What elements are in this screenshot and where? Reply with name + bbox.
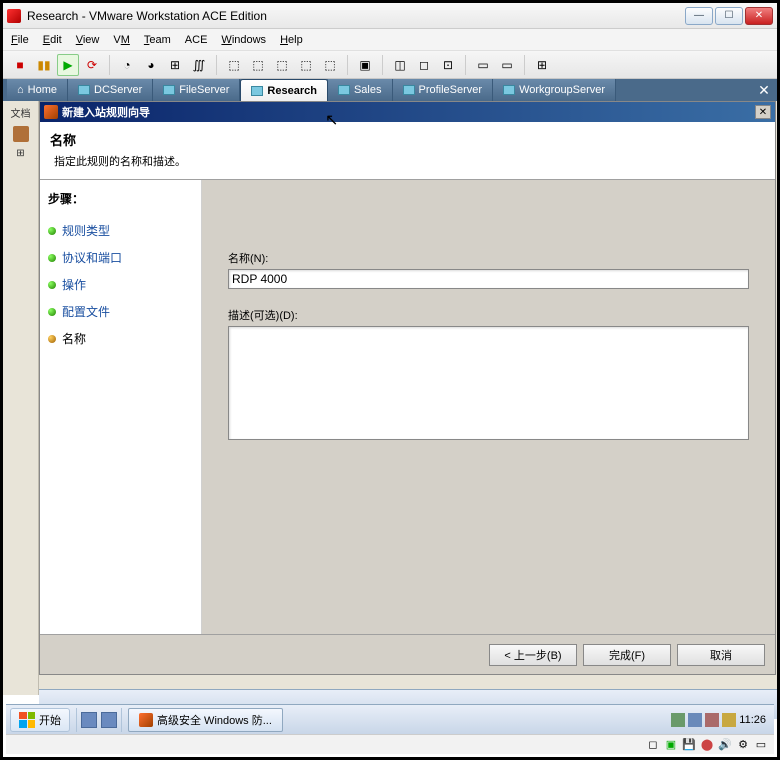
wizard-header: 名称 指定此规则的名称和描述。 xyxy=(40,122,775,180)
close-button[interactable]: ✕ xyxy=(745,7,773,25)
wizard-steps: 步骤： 规则类型 协议和端口 操作 配置文件 名称 xyxy=(40,180,202,634)
status-bar: ◻ ▣ 💾 ⬤ 🔊 ⚙ ▭ xyxy=(6,734,774,754)
menu-bar: File Edit View VM Team ACE Windows Help xyxy=(3,29,777,51)
menu-file[interactable]: File xyxy=(11,34,29,46)
cancel-button[interactable]: 取消 xyxy=(677,644,765,666)
steps-title: 步骤： xyxy=(48,190,193,207)
tool-last[interactable]: ⊞ xyxy=(531,54,553,76)
wizard-icon xyxy=(44,105,58,119)
step-name[interactable]: 名称 xyxy=(48,325,193,352)
quick-launch-item-1[interactable] xyxy=(81,712,97,728)
minimize-button[interactable]: — xyxy=(685,7,713,25)
tray-icon-4[interactable] xyxy=(722,713,736,727)
tab-home[interactable]: ⌂Home xyxy=(7,79,68,101)
back-button[interactable]: < 上一步(B) xyxy=(489,644,577,666)
wizard-close-button[interactable]: ✕ xyxy=(755,105,771,119)
menu-vm[interactable]: VM xyxy=(113,34,130,46)
view-console[interactable]: ▭ xyxy=(472,54,494,76)
tray-icon-2[interactable] xyxy=(688,713,702,727)
wizard-window: 新建入站规则向导 ✕ 名称 指定此规则的名称和描述。 步骤： 规则类型 协议和端… xyxy=(39,101,776,675)
status-icon-5[interactable]: 🔊 xyxy=(718,738,732,752)
start-button[interactable]: 开始 xyxy=(10,708,70,732)
status-icon-1[interactable]: ◻ xyxy=(646,738,660,752)
tab-profileserver[interactable]: ProfileServer xyxy=(393,79,494,101)
start-label: 开始 xyxy=(39,712,61,728)
pause-button[interactable]: ▮▮ xyxy=(33,54,55,76)
wizard-header-title: 名称 xyxy=(50,130,765,149)
tool-e[interactable]: ⬚ xyxy=(319,54,341,76)
menu-windows[interactable]: Windows xyxy=(221,34,266,46)
view-fullscreen[interactable]: ◻ xyxy=(413,54,435,76)
menu-view[interactable]: View xyxy=(76,34,100,46)
finish-button[interactable]: 完成(F) xyxy=(583,644,671,666)
wizard-header-desc: 指定此规则的名称和描述。 xyxy=(50,153,765,169)
step-action[interactable]: 操作 xyxy=(48,271,193,298)
titlebar: Research - VMware Workstation ACE Editio… xyxy=(3,3,777,29)
wizard-buttons: < 上一步(B) 完成(F) 取消 xyxy=(40,634,775,674)
maximize-button[interactable]: ☐ xyxy=(715,7,743,25)
status-icon-3[interactable]: 💾 xyxy=(682,738,696,752)
status-icon-7[interactable]: ▭ xyxy=(754,738,768,752)
tab-fileserver[interactable]: FileServer xyxy=(153,79,240,101)
guest-taskbar: 开始 高级安全 Windows 防... 11:26 xyxy=(6,704,774,734)
tab-sales[interactable]: Sales xyxy=(328,79,393,101)
tab-dcserver[interactable]: DCServer xyxy=(68,79,153,101)
app-icon xyxy=(7,9,21,23)
menu-help[interactable]: Help xyxy=(280,34,303,46)
desc-label: 描述(可选)(D): xyxy=(228,307,749,323)
view-unity[interactable]: ⊡ xyxy=(437,54,459,76)
play-button[interactable]: ▶ xyxy=(57,54,79,76)
toolbar: ■ ▮▮ ▶ ⟳ ◔ ◕ ⊞ ∭ ⬚ ⬚ ⬚ ⬚ ⬚ ▣ ◫ ◻ ⊡ ▭ ▭ ⊞ xyxy=(3,51,777,79)
tool-a[interactable]: ⬚ xyxy=(223,54,245,76)
firewall-icon xyxy=(139,713,153,727)
step-protocol-ports[interactable]: 协议和端口 xyxy=(48,244,193,271)
windows-logo-icon xyxy=(19,712,35,728)
tab-research[interactable]: Research xyxy=(240,79,328,101)
name-input[interactable] xyxy=(228,269,749,289)
tray-icon-3[interactable] xyxy=(705,713,719,727)
name-label: 名称(N): xyxy=(228,250,749,266)
wizard-title: 新建入站规则向导 xyxy=(62,104,755,120)
left-label: 文档 xyxy=(9,105,33,120)
view-sidebar[interactable]: ◫ xyxy=(389,54,411,76)
vm-guest-area: 新建入站规则向导 ✕ 名称 指定此规则的名称和描述。 步骤： 规则类型 协议和端… xyxy=(39,101,777,695)
taskbar-app-firewall[interactable]: 高级安全 Windows 防... xyxy=(128,708,283,732)
clock[interactable]: 11:26 xyxy=(739,714,766,726)
tool-c[interactable]: ⬚ xyxy=(271,54,293,76)
snapshot-button[interactable]: ◔ xyxy=(116,54,138,76)
desc-textarea[interactable] xyxy=(228,326,749,440)
left-expand-icon[interactable]: ⊞ xyxy=(16,148,24,159)
snapshot-mgr-button[interactable]: ◕ xyxy=(140,54,162,76)
clone-button[interactable]: ∭ xyxy=(188,54,210,76)
quick-launch xyxy=(76,708,122,732)
vm-tabs: ⌂Home DCServer FileServer Research Sales… xyxy=(3,79,777,101)
tool-b[interactable]: ⬚ xyxy=(247,54,269,76)
status-icon-2[interactable]: ▣ xyxy=(664,738,678,752)
left-panel: 文档 ⊞ xyxy=(3,101,39,695)
wizard-form: 名称(N): 描述(可选)(D): xyxy=(202,180,775,634)
close-tab-button[interactable]: ✕ xyxy=(755,79,773,101)
stop-button[interactable]: ■ xyxy=(9,54,31,76)
reset-button[interactable]: ⟳ xyxy=(81,54,103,76)
left-thumb-icon[interactable] xyxy=(13,126,29,142)
status-icon-6[interactable]: ⚙ xyxy=(736,738,750,752)
step-rule-type[interactable]: 规则类型 xyxy=(48,217,193,244)
view-summary[interactable]: ▭ xyxy=(496,54,518,76)
menu-team[interactable]: Team xyxy=(144,34,171,46)
status-icon-4[interactable]: ⬤ xyxy=(700,738,714,752)
revert-button[interactable]: ⊞ xyxy=(164,54,186,76)
menu-edit[interactable]: Edit xyxy=(43,34,62,46)
step-profile[interactable]: 配置文件 xyxy=(48,298,193,325)
menu-ace[interactable]: ACE xyxy=(185,34,208,46)
quick-launch-item-2[interactable] xyxy=(101,712,117,728)
tray-icon-1[interactable] xyxy=(671,713,685,727)
tool-f[interactable]: ▣ xyxy=(354,54,376,76)
tool-d[interactable]: ⬚ xyxy=(295,54,317,76)
system-tray: 11:26 xyxy=(667,708,770,732)
tab-workgroupserver[interactable]: WorkgroupServer xyxy=(493,79,616,101)
wizard-titlebar[interactable]: 新建入站规则向导 ✕ xyxy=(40,102,775,122)
window-title: Research - VMware Workstation ACE Editio… xyxy=(27,9,685,23)
